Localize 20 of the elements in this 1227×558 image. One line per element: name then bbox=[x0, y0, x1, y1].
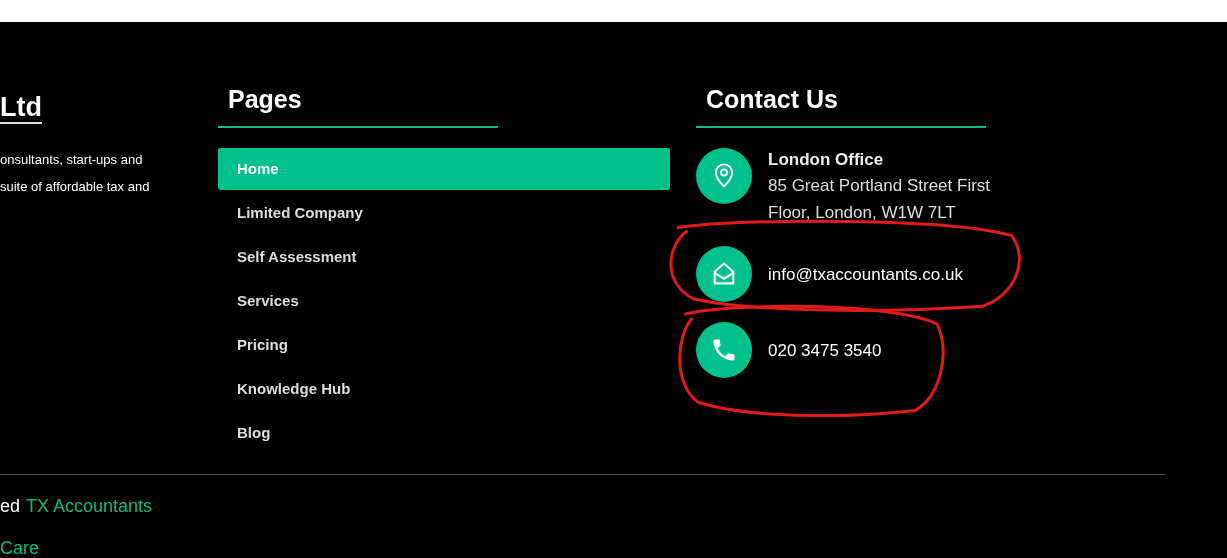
section-heading: Contact Us bbox=[706, 84, 839, 114]
menu-link[interactable]: Limited Company bbox=[218, 192, 670, 234]
phone-icon bbox=[696, 322, 752, 378]
menu-link[interactable]: Pricing bbox=[218, 324, 670, 366]
email-link[interactable]: info@txaccountants.co.uk bbox=[768, 260, 1018, 288]
section-heading: Pages bbox=[228, 84, 303, 114]
company-link[interactable]: TX Accountants bbox=[26, 496, 153, 516]
menu-link[interactable]: Knowledge Hub bbox=[218, 368, 670, 410]
phone-link[interactable]: 020 3475 3540 bbox=[768, 336, 1018, 364]
company-name: Ltd bbox=[0, 92, 42, 124]
location-pin-icon bbox=[696, 148, 752, 204]
footer-link[interactable]: Care bbox=[0, 538, 39, 558]
envelope-icon bbox=[696, 246, 752, 302]
menu-link[interactable]: Self Assessment bbox=[218, 236, 670, 278]
office-address: 85 Great Portland Street First Floor, London, W1W 7LT bbox=[768, 175, 992, 224]
copyright-text: ed bbox=[0, 496, 21, 516]
menu-link[interactable]: Blog bbox=[218, 412, 670, 454]
menu-link[interactable]: Services bbox=[218, 280, 670, 322]
office-name: London Office bbox=[768, 149, 885, 171]
about-text: onsultants, start-ups and suite of affordable tax and bbox=[0, 151, 151, 196]
